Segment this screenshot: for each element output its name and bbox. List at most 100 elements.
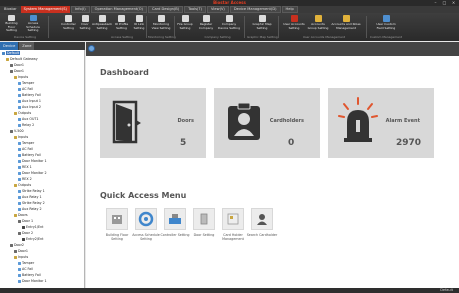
app-window: Biostar Access – □ × Biostar System Mana… [0,0,459,293]
tree-node[interactable]: Relay 2 [18,123,34,127]
antipassback-setting-button[interactable]: Antipassback Setting [92,15,112,33]
schedule-icon [29,15,37,22]
tree-node[interactable]: Aux Relay 2 [18,207,42,211]
quick-search-cardholder-label: Search Cardholder [246,233,278,237]
tree-node[interactable]: Battery Fail [18,93,41,97]
accounts-group-setting-button[interactable]: Accounts Group Setting [307,15,329,33]
access-schedule-setting-button[interactable]: Access Schedule Setting [21,15,45,33]
tree-node[interactable]: Aux Input 1 [18,99,41,103]
tree-node[interactable]: Inputs [14,75,28,79]
monitor-icon [157,15,165,22]
tree-node[interactable]: REX 2 [18,177,32,181]
doors-card-label: Doors [177,118,194,124]
quick-search-cardholder-button[interactable] [251,208,273,230]
building-floor-setting-button[interactable]: Building Floor Setting [3,15,20,33]
tree-node[interactable]: Default Gateway [6,57,38,61]
tree-node[interactable]: Door 1 [18,219,33,223]
door-setting-button[interactable]: Door Setting [78,15,92,33]
quick-access-schedule-button[interactable] [135,208,157,230]
tree-node[interactable]: Inputs [14,255,28,259]
tree-node[interactable]: Door Monitor 2 [18,171,47,175]
tree-node[interactable]: AC Fail [18,267,33,271]
tree-pt-icon [18,87,21,91]
quick-door-setting-button[interactable] [193,208,215,230]
tree-node[interactable]: Outputs [14,183,31,187]
graphic-map-icon [258,15,266,22]
card-holder-icon [227,213,239,225]
tree-node[interactable]: Doors [14,213,28,217]
tab-device[interactable]: Device [0,42,19,50]
menu-tab-view[interactable]: View(V) [207,6,229,13]
tree-node-label: Default Gateway [10,57,38,61]
accounts-and-roles-management-button[interactable]: Accounts and Roles Management [330,15,362,33]
quick-controller-button[interactable] [164,208,186,230]
tree-db-icon [2,51,5,55]
user-accounts-setting-button[interactable]: User Accounts Setting [283,15,305,33]
menu-tab-card-design[interactable]: Card Design(B) [147,6,184,13]
menu-tab-info[interactable]: Info(I) [70,6,90,13]
ribbon-separator [146,16,147,38]
menu-tab-device-management[interactable]: Device Management(D) [229,6,281,13]
menu-tab-help[interactable]: Help [281,6,298,13]
id-profile-setting-button[interactable]: ID Profile Setting [113,15,130,33]
ribbon-separator [366,16,367,38]
tree-node[interactable]: Door2 [10,243,24,247]
company-device-setting-button[interactable]: Company Device Setting [217,15,241,33]
tree-node[interactable]: Battery Fail [18,273,41,277]
tree-node[interactable]: Inputs [14,135,28,139]
tree-node-label: Aux Input 1 [22,99,42,103]
tree-node[interactable]: Strike Relay 2 [18,201,45,205]
tree-node-label: REX 2 [22,177,32,181]
tree-node[interactable]: Door Monitor 1 [18,279,47,283]
cardholders-card[interactable]: Cardholders 0 [214,88,320,158]
controller-setting-button[interactable]: Controller Setting [60,15,77,33]
tree-node-label: Strike Relay 1 [22,189,45,193]
monitoring-view-setting-button[interactable]: Monitoring View Setting [150,15,172,33]
menu-tab-operation-management[interactable]: Operation Management(O) [90,6,147,13]
tree-node[interactable]: Outputs [14,111,31,115]
tree-node[interactable]: Battery Fail [18,153,41,157]
tree-node[interactable]: AC Fail [18,147,33,151]
doors-card[interactable]: Doors 5 [100,88,206,158]
menu-tab-system-management[interactable]: System Management(S) [20,6,70,13]
tree-node[interactable]: Door1 [10,63,24,67]
tree-pt-icon [18,177,21,181]
tree-node[interactable]: Door Monitor 1 [18,159,47,163]
tree-node[interactable]: Aux OUT1 [18,117,38,121]
tab-zone[interactable]: Zone [19,42,35,50]
tree-node[interactable]: Entry2/Ent [22,237,43,241]
tree-node[interactable]: Tamper [18,81,34,85]
refresh-icon[interactable] [88,45,95,52]
tree-pt-icon [18,99,21,103]
tree-node[interactable]: Tamper [18,261,34,265]
tree-node[interactable]: Door1 [10,69,24,73]
tree-door-icon [10,63,13,67]
tree-node-label: Entry2/Ent [26,237,44,241]
tree-node[interactable]: Entry1/Ent [22,225,43,229]
tree-grp-icon [14,183,17,187]
graphic-map-setting-button[interactable]: Graphic Map Setting [251,15,273,33]
fire-group-setting-button[interactable]: Fire Group Setting [176,15,194,33]
register-company-button[interactable]: Register Company [197,15,215,33]
io-link-setting-button[interactable]: IO Link Setting [131,15,147,33]
alarm-event-card[interactable]: Alarm Event 2970 [328,88,434,158]
tree-node[interactable]: V-500 [10,129,24,133]
tree-node[interactable]: Tamper [18,141,34,145]
tree-node[interactable]: Aux Relay 1 [18,195,42,199]
tree-node[interactable]: REX 1 [18,165,32,169]
accounts-group-icon [314,15,322,22]
tree-node-label: Door2 [14,243,25,247]
quick-building-floor-button[interactable] [106,208,128,230]
quick-card-holder-button[interactable] [222,208,244,230]
tree-node[interactable]: Door 2 [18,231,33,235]
user-custom-field-setting-button[interactable]: User Custom Field Setting [373,15,399,33]
tree-node[interactable]: Aux Input 2 [18,105,41,109]
ribbon-group-device-setting: Device Setting [14,35,36,39]
tree-node[interactable]: AC Fail [18,87,33,91]
menu-tab-biostar[interactable]: Biostar [1,6,20,13]
tree-node-label: Doors [18,213,28,217]
tree-node[interactable]: Door1 [14,249,28,253]
tree-node[interactable]: Strike Relay 1 [18,189,45,193]
tree-node[interactable]: Default [2,51,21,55]
menu-tab-tools[interactable]: Tools(T) [184,6,207,13]
